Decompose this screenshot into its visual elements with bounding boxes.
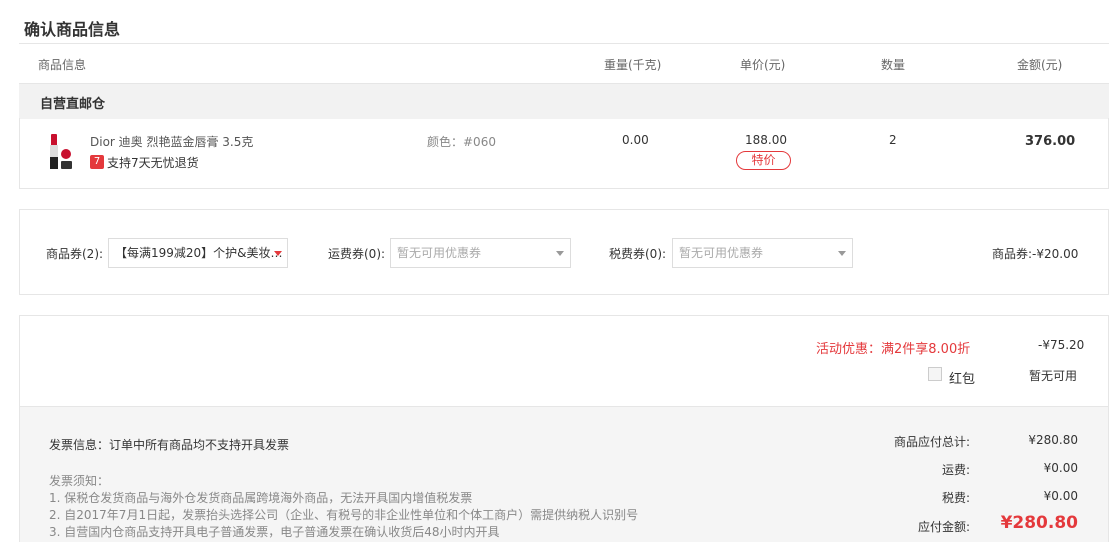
table-header: 商品信息 重量(千克) 单价(元) 数量 金额(元)	[19, 56, 1109, 74]
tax-value: ¥0.00	[1043, 489, 1078, 503]
quantity: 2	[889, 133, 897, 147]
invoice-note: 1. 保税仓发货商品与海外仓发货商品属跨境海外商品，无法开具国内增值税发票	[49, 491, 473, 505]
unit-price: 188.00	[745, 133, 787, 147]
invoice-notes: 发票须知： 1. 保税仓发货商品与海外仓发货商品属跨境海外商品，无法开具国内增值…	[49, 473, 638, 541]
return-policy: 支持7天无忧退货	[107, 156, 199, 170]
product-coupon-value: 【每满199减20】个护&美妆…	[115, 246, 283, 260]
line-amount: 376.00	[1025, 134, 1076, 149]
shipping-coupon-placeholder: 暂无可用优惠券	[397, 246, 482, 260]
invoice-info: 发票信息：订单中所有商品均不支持开具发票	[49, 438, 290, 452]
shipping-coupon-label: 运费券(0):	[328, 247, 386, 261]
product-name[interactable]: Dior 迪奥 烈艳蓝金唇膏 3.5克	[90, 133, 253, 150]
product-color: 颜色：#060	[427, 135, 496, 149]
coupon-discount: 商品券:-¥20.00	[992, 247, 1079, 261]
page-title: 确认商品信息	[24, 20, 121, 39]
red-packet-checkbox[interactable]	[928, 367, 942, 381]
tax-label: 税费:	[941, 491, 970, 505]
chevron-down-icon	[838, 251, 846, 256]
coupon-section: 商品券(2): 【每满199减20】个护&美妆… 运费券(0): 暂无可用优惠券…	[19, 209, 1109, 295]
invoice-totals-panel: 发票信息：订单中所有商品均不支持开具发票 发票须知： 1. 保税仓发货商品与海外…	[20, 406, 1108, 542]
shipping-value: ¥0.00	[1043, 461, 1078, 475]
subtotal-label: 商品应付总计:	[893, 435, 970, 449]
payable-value: ¥280.80	[1000, 513, 1078, 533]
product-row: Dior 迪奥 烈艳蓝金唇膏 3.5克 7 支持7天无忧退货 颜色：#060 0…	[19, 118, 1109, 189]
shipping-coupon-select[interactable]: 暂无可用优惠券	[390, 238, 571, 268]
order-summary: 活动优惠：满2件享8.00折 -¥75.20 红包 暂无可用 发票信息：订单中所…	[19, 315, 1109, 542]
tax-coupon-label: 税费券(0):	[609, 247, 667, 261]
invoice-notes-title: 发票须知：	[49, 474, 110, 488]
tax-coupon-select[interactable]: 暂无可用优惠券	[672, 238, 853, 268]
chevron-down-icon	[274, 251, 282, 256]
product-weight: 0.00	[622, 133, 649, 147]
header-unit-price: 单价(元)	[740, 58, 786, 72]
promotion-label: 活动优惠：满2件享8.00折	[816, 342, 971, 357]
invoice-note: 2. 自2017年7月1日起，发票抬头选择公司（企业、有税号的非企业性单位和个体…	[49, 508, 639, 522]
store-row: 自营直邮仓	[19, 83, 1109, 119]
header-amount: 金额(元)	[1017, 58, 1063, 72]
header-quantity: 数量	[881, 58, 906, 72]
red-packet-label: 红包	[949, 372, 976, 387]
shipping-label: 运费:	[941, 463, 970, 477]
chevron-down-icon	[556, 251, 564, 256]
header-product: 商品信息	[38, 58, 87, 72]
product-coupon-label: 商品券(2):	[46, 247, 104, 261]
return-badge-icon: 7	[90, 155, 104, 169]
header-weight: 重量(千克)	[604, 58, 662, 72]
invoice-note: 3. 自营国内仓商品支持开具电子普通发票，电子普通发票在确认收货后48小时内开具	[49, 525, 500, 539]
product-coupon-select[interactable]: 【每满199减20】个护&美妆…	[108, 238, 288, 268]
lipstick-thumbnail[interactable]	[48, 132, 74, 172]
red-packet-status: 暂无可用	[1029, 369, 1078, 383]
title-divider	[19, 43, 1109, 44]
promotion-amount: -¥75.20	[1038, 338, 1085, 352]
subtotal-value: ¥280.80	[1028, 433, 1078, 447]
tax-coupon-placeholder: 暂无可用优惠券	[679, 246, 764, 260]
store-name: 自营直邮仓	[40, 97, 106, 112]
special-price-tag: 特价	[736, 151, 791, 170]
payable-label: 应付金额:	[917, 520, 970, 534]
